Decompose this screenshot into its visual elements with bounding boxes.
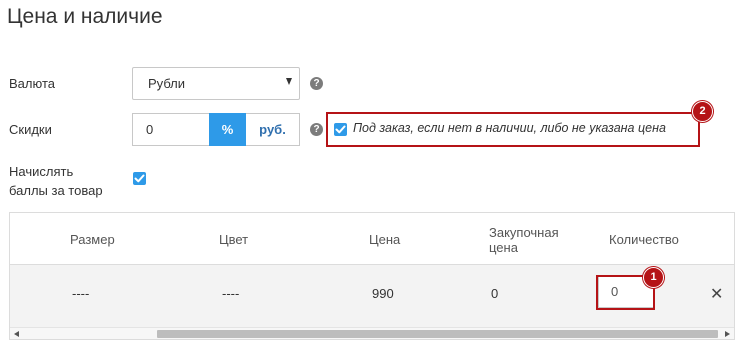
column-header-purchase-line1: Закупочная [489, 225, 559, 240]
column-header-price: Цена [369, 232, 401, 247]
column-header-purchase-price: Закупочная цена [489, 225, 559, 255]
horizontal-scrollbar[interactable] [10, 327, 734, 339]
table-header: Размер Цвет Цена Закупочная цена Количес… [10, 213, 734, 265]
cell-price[interactable]: 990 [372, 286, 394, 301]
column-header-color: Цвет [219, 232, 249, 247]
currency-label: Валюта [9, 76, 55, 91]
preorder-label: Под заказ, если нет в наличии, либо не у… [353, 121, 666, 135]
check-icon [335, 125, 346, 134]
page-title: Цена и наличие [7, 5, 163, 28]
discount-label: Скидки [9, 122, 52, 137]
annotation-badge-1: 1 [643, 267, 664, 288]
column-header-quantity: Количество [609, 232, 679, 247]
discount-percent-button[interactable]: % [209, 113, 246, 146]
scroll-thumb[interactable] [157, 330, 718, 338]
remove-row-icon[interactable]: ✕ [710, 284, 723, 304]
bonus-label-line1: Начислять [9, 164, 74, 179]
preorder-checkbox[interactable] [334, 123, 347, 136]
column-header-size: Размер [70, 232, 115, 247]
discount-input[interactable]: 0 [132, 113, 210, 146]
help-icon[interactable]: ? [310, 77, 323, 90]
scroll-right-arrow-icon[interactable] [725, 331, 730, 337]
cell-size: ---- [72, 286, 90, 301]
annotation-badge-2: 2 [692, 101, 713, 122]
caret-down-icon [286, 78, 292, 85]
cell-purchase-price[interactable]: 0 [491, 286, 498, 301]
scroll-left-arrow-icon[interactable] [14, 331, 19, 337]
bonus-label-line2: баллы за товар [9, 183, 103, 198]
bonus-label: Начислять баллы за товар [9, 162, 103, 200]
currency-select[interactable]: Рубли [132, 67, 300, 100]
column-header-purchase-line2: цена [489, 240, 518, 255]
currency-select-value: Рубли [148, 76, 186, 91]
check-icon [134, 174, 145, 183]
bonus-checkbox[interactable] [133, 172, 146, 185]
discount-rub-button[interactable]: руб. [246, 113, 300, 146]
cell-color: ---- [222, 286, 240, 301]
help-icon[interactable]: ? [310, 123, 323, 136]
